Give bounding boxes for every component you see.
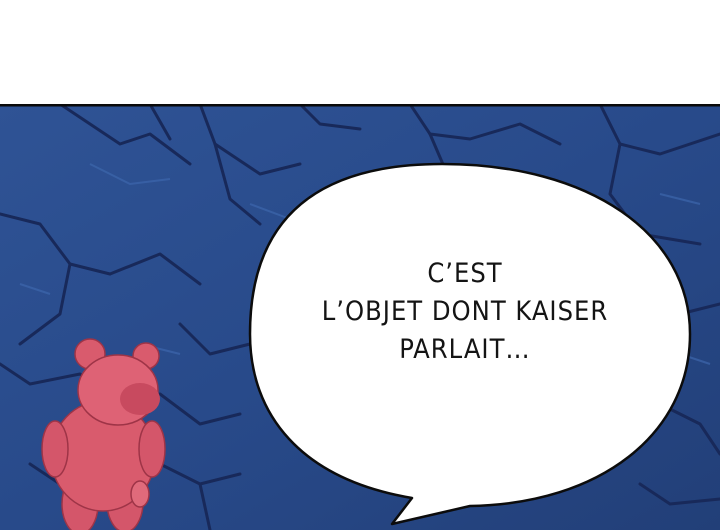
speech-line-1: C’EST: [427, 258, 503, 289]
speech-bubble-text: C’EST L’OBJET DONT KAISER PARLAIT…: [250, 255, 680, 369]
comic-page: C’EST L’OBJET DONT KAISER PARLAIT…: [0, 0, 720, 530]
speech-line-3: PARLAIT…: [399, 334, 531, 365]
speech-line-2: L’OBJET DONT KAISER: [321, 296, 609, 327]
